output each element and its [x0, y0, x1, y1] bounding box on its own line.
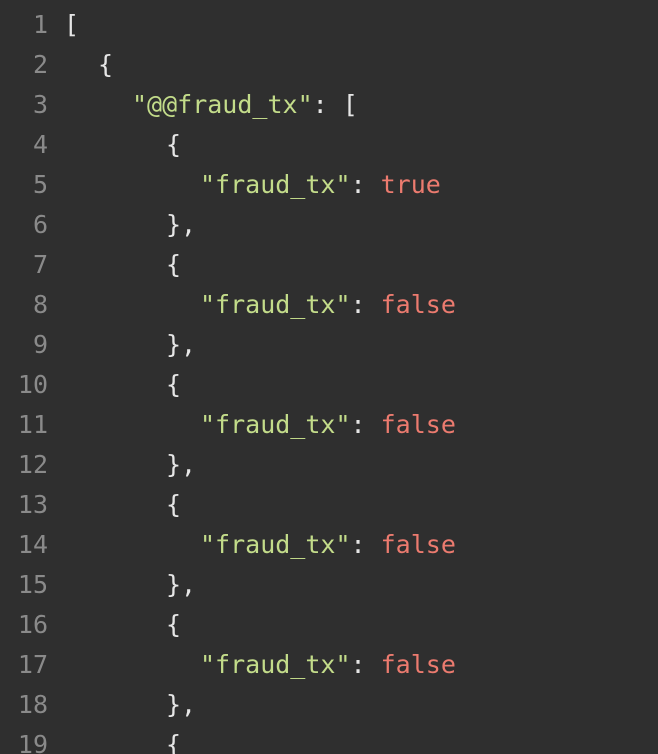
code-line: 8 "fraud_tx": false: [0, 285, 658, 325]
colon: :: [350, 170, 381, 199]
code-line: 19 {: [0, 725, 658, 754]
code-line: 1 [: [0, 5, 658, 45]
line-number: 9: [32, 330, 48, 359]
code-line: 11 "fraud_tx": false: [0, 405, 658, 445]
json-value: false: [380, 530, 456, 559]
brace: {: [98, 50, 114, 79]
line-number: 14: [17, 530, 48, 559]
code-lines: 1 [ 2 { 3 "@@fraud_tx": [ 4 { 5 "fraud_t…: [0, 5, 658, 754]
brace: },: [166, 450, 197, 479]
code-line: 14 "fraud_tx": false: [0, 525, 658, 565]
colon: :: [350, 410, 381, 439]
code-editor[interactable]: 1 [ 2 { 3 "@@fraud_tx": [ 4 { 5 "fraud_t…: [0, 0, 658, 754]
bracket: [: [342, 90, 358, 119]
line-number: 13: [17, 490, 48, 519]
line-number: 5: [32, 170, 48, 199]
line-number: 17: [17, 650, 48, 679]
json-value: false: [380, 410, 456, 439]
line-number: 2: [32, 50, 48, 79]
line-number: 12: [17, 450, 48, 479]
brace: {: [166, 370, 182, 399]
json-key: "fraud_tx": [200, 170, 351, 199]
code-line: 6 },: [0, 205, 658, 245]
code-line: 9 },: [0, 325, 658, 365]
brace: },: [166, 570, 197, 599]
line-number: 19: [17, 730, 48, 754]
colon: :: [312, 90, 343, 119]
brace: {: [166, 730, 182, 754]
code-line: 13 {: [0, 485, 658, 525]
code-line: 18 },: [0, 685, 658, 725]
brace: {: [166, 250, 182, 279]
code-line: 3 "@@fraud_tx": [: [0, 85, 658, 125]
line-number: 15: [17, 570, 48, 599]
json-value: false: [380, 290, 456, 319]
brace: {: [166, 490, 182, 519]
colon: :: [350, 290, 381, 319]
code-line: 7 {: [0, 245, 658, 285]
brace: },: [166, 330, 197, 359]
code-line: 4 {: [0, 125, 658, 165]
code-line: 15 },: [0, 565, 658, 605]
json-value: true: [380, 170, 441, 199]
brace: },: [166, 210, 197, 239]
colon: :: [350, 530, 381, 559]
json-key: "fraud_tx": [200, 530, 351, 559]
brace: {: [166, 610, 182, 639]
json-value: false: [380, 650, 456, 679]
line-number: 11: [17, 410, 48, 439]
colon: :: [350, 650, 381, 679]
code-line: 2 {: [0, 45, 658, 85]
line-number: 4: [32, 130, 48, 159]
line-number: 6: [32, 210, 48, 239]
json-key: "fraud_tx": [200, 290, 351, 319]
bracket: [: [64, 10, 80, 39]
code-line: 5 "fraud_tx": true: [0, 165, 658, 205]
json-key: "fraud_tx": [200, 410, 351, 439]
code-line: 16 {: [0, 605, 658, 645]
code-line: 17 "fraud_tx": false: [0, 645, 658, 685]
brace: },: [166, 690, 197, 719]
line-number: 7: [32, 250, 48, 279]
line-number: 16: [17, 610, 48, 639]
line-number: 10: [17, 370, 48, 399]
line-number: 18: [17, 690, 48, 719]
line-number: 1: [32, 10, 48, 39]
json-key: "@@fraud_tx": [132, 90, 313, 119]
json-key: "fraud_tx": [200, 650, 351, 679]
code-line: 12 },: [0, 445, 658, 485]
brace: {: [166, 130, 182, 159]
line-number: 3: [32, 90, 48, 119]
line-number: 8: [32, 290, 48, 319]
code-line: 10 {: [0, 365, 658, 405]
